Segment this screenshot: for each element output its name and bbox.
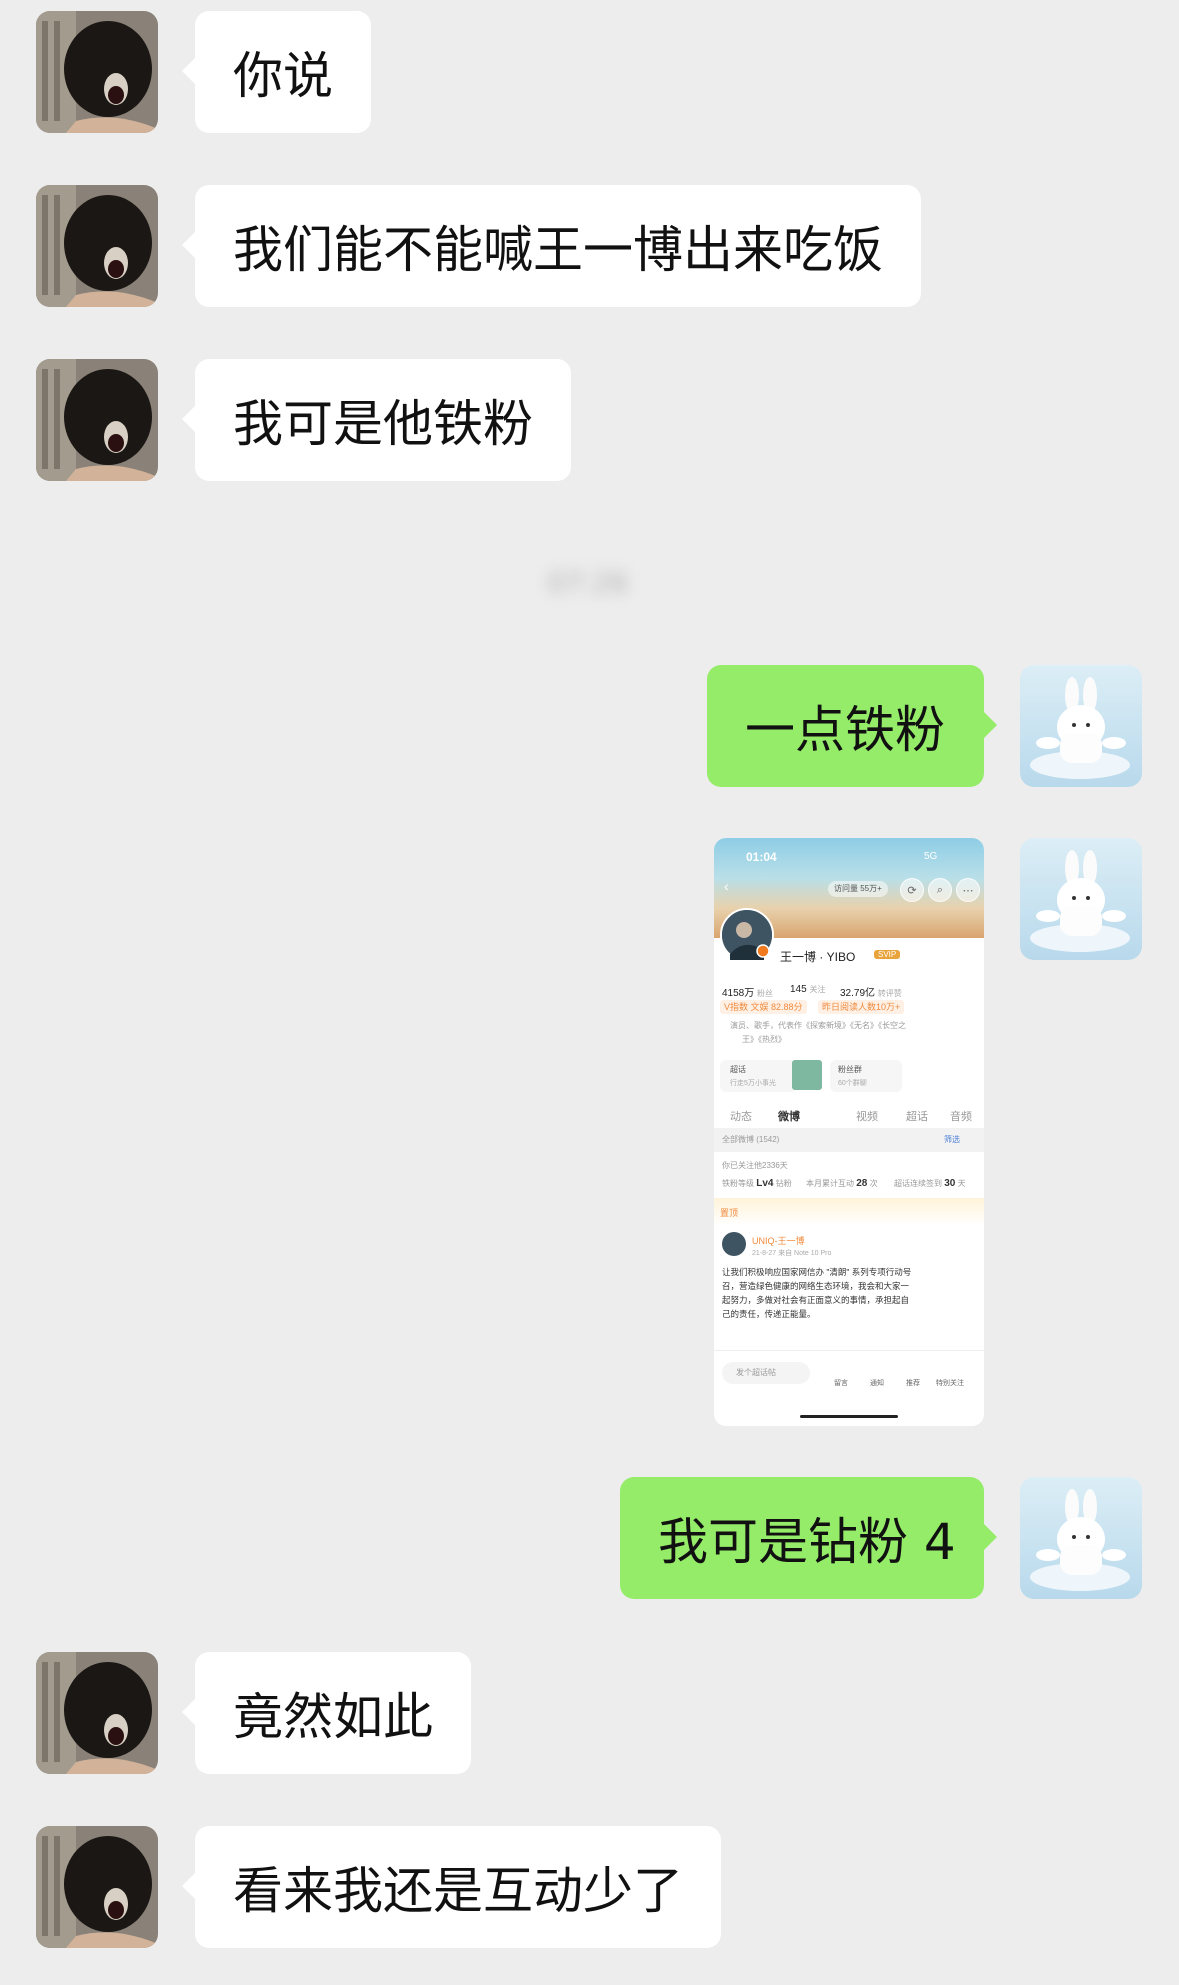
following-count: 145 xyxy=(790,984,807,995)
more-icon: ⋯ xyxy=(956,878,980,902)
fan-group-title: 粉丝群 xyxy=(838,1065,862,1074)
post-text-line: 己的责任，传递正能量。 xyxy=(722,1309,816,1319)
post-author: UNIQ-王一博 xyxy=(752,1236,805,1246)
image-message[interactable]: 01:04 5G ‹ 访问量 55万+ ⟳ ⌕ ⋯ 王一博 · YIBO SVI… xyxy=(714,838,984,1426)
streak-label: 超话连续签到 xyxy=(894,1179,942,1188)
status-time: 01:04 xyxy=(746,850,777,864)
bio-line: 王》《热烈》 xyxy=(742,1035,786,1044)
post-text-line: 召，营造绿色健康的网络生态环境，我会和大家一 xyxy=(722,1281,910,1291)
post-meta: 21-8-27 来自 Note 10 Pro xyxy=(752,1250,832,1257)
filter-button: 筛选 xyxy=(944,1135,960,1144)
contact-avatar[interactable] xyxy=(36,11,158,133)
status-network: 5G xyxy=(924,851,938,862)
visit-count: 访问量 55万+ xyxy=(828,881,888,897)
self-avatar[interactable] xyxy=(1020,1477,1142,1599)
monthly-value: 28 xyxy=(856,1178,868,1189)
contact-avatar[interactable] xyxy=(36,359,158,481)
notify-tab: 通知 xyxy=(870,1380,884,1387)
streak-value: 30 xyxy=(944,1178,956,1189)
tab-audio: 音频 xyxy=(950,1111,972,1123)
bio-line: 演员、歌手，代表作《探索新境》《无名》《长空之 xyxy=(730,1021,906,1030)
back-arrow-icon: ‹ xyxy=(724,878,729,894)
contact-avatar[interactable] xyxy=(36,185,158,307)
pinned-strip: 置顶 xyxy=(714,1198,984,1226)
message-bubble[interactable]: 我可是他铁粉 xyxy=(182,359,571,481)
topic-thumbnail xyxy=(792,1060,822,1090)
follow-days: 你已关注他2336天 xyxy=(722,1161,788,1170)
tab-supertopic: 超话 xyxy=(906,1111,928,1123)
v-index-tag: V指数 文娱 82.88分 xyxy=(720,1000,807,1014)
post-avatar xyxy=(722,1232,746,1256)
reposts-count: 32.79亿 xyxy=(840,988,876,999)
self-avatar[interactable] xyxy=(1020,838,1142,960)
readers-tag: 昨日阅读人数10万+ xyxy=(818,1000,905,1014)
reposts-label: 转评赞 xyxy=(877,989,902,998)
following-label: 关注 xyxy=(809,985,826,994)
profile-name: 王一博 · YIBO xyxy=(780,950,856,964)
message-bubble[interactable]: 看来我还是互动少了 xyxy=(182,1826,721,1948)
home-indicator xyxy=(800,1415,898,1418)
supertopic-card: 超话 行走5万小事光 xyxy=(720,1060,796,1092)
message-bubble[interactable]: 竟然如此 xyxy=(182,1652,471,1774)
fan-level-suffix: 钻粉 xyxy=(775,1179,792,1188)
vip-badge: SVIP xyxy=(874,950,901,959)
self-avatar[interactable] xyxy=(1020,665,1142,787)
compose-input: 发个超话帖 xyxy=(722,1362,810,1384)
post-text-line: 让我们积极响应国家网信办 "清朗" 系列专项行动号 xyxy=(722,1267,912,1277)
pinned-label: 置顶 xyxy=(720,1208,739,1218)
fan-group-sub: 60个群聊 xyxy=(838,1080,867,1087)
profile-avatar xyxy=(720,908,774,962)
tab-dynamic: 动态 xyxy=(730,1111,752,1123)
contact-avatar[interactable] xyxy=(36,1826,158,1948)
monthly-label: 本月累计互动 xyxy=(806,1179,854,1188)
message-bubble[interactable]: 我可是钻粉 4 xyxy=(620,1477,997,1599)
supertopic-title: 超话 xyxy=(730,1065,746,1074)
special-follow-tab: 特别关注 xyxy=(936,1380,964,1387)
recommend-tab: 推荐 xyxy=(906,1380,920,1387)
tab-video: 视频 xyxy=(856,1111,878,1123)
fan-group-card: 粉丝群 60个群聊 xyxy=(830,1060,902,1092)
tab-weibo: 微博 xyxy=(778,1111,800,1123)
search-icon: ⌕ xyxy=(928,878,952,902)
supertopic-sub: 行走5万小事光 xyxy=(730,1080,776,1087)
followers-label: 粉丝 xyxy=(757,989,774,998)
contact-avatar[interactable] xyxy=(36,1652,158,1774)
message-timestamp: 07:26 xyxy=(547,566,629,599)
post-text-line: 起努力，多做对社会有正面意义的事情，承担起自 xyxy=(722,1295,910,1305)
message-bubble[interactable]: 一点铁粉 xyxy=(707,665,997,787)
message-bubble[interactable]: 你说 xyxy=(182,11,371,133)
fan-level-label: 铁粉等级 xyxy=(722,1179,754,1188)
comments-tab: 留言 xyxy=(834,1380,848,1387)
message-bubble[interactable]: 我们能不能喊王一博出来吃饭 xyxy=(182,185,921,307)
share-icon: ⟳ xyxy=(900,878,924,902)
all-posts-count: 全部微博 (1542) xyxy=(722,1135,780,1144)
streak-unit: 天 xyxy=(957,1179,966,1188)
posts-header: 全部微博 (1542) 筛选 xyxy=(714,1128,984,1152)
fan-level: Lv4 xyxy=(756,1178,774,1189)
monthly-unit: 次 xyxy=(869,1179,878,1188)
followers-count: 4158万 xyxy=(722,988,755,999)
